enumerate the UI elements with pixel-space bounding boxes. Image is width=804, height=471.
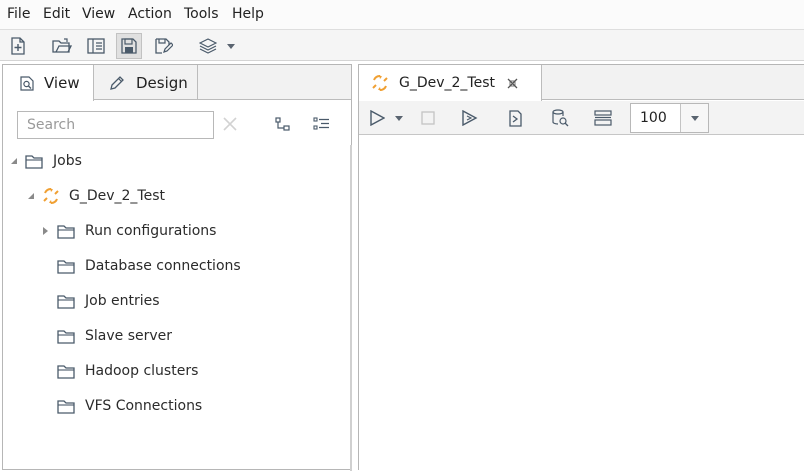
expanded-arrow-icon[interactable] [28,193,42,199]
expanded-arrow-icon[interactable] [11,158,25,164]
save-icon[interactable] [116,33,142,59]
job-icon [42,187,60,205]
tab-label: G_Dev_2_Test [399,75,496,91]
new-file-icon[interactable] [5,33,31,59]
tree-node-label: Slave server [85,328,173,344]
tree-node-database-connections[interactable]: Database connections [57,255,241,277]
folder-icon [57,224,75,239]
zoom-select[interactable]: 100 [630,103,709,133]
folder-icon [57,329,75,344]
run-icon[interactable] [364,105,390,131]
folder-icon [57,399,75,414]
menu-action[interactable]: Action [128,6,172,22]
zoom-value[interactable]: 100 [631,104,680,132]
main-toolbar [0,29,804,61]
clear-search-icon[interactable] [222,116,240,134]
explore-repository-icon[interactable] [83,33,109,59]
tree-node-job-entries[interactable]: Job entries [57,290,160,312]
sql-icon[interactable] [547,105,573,131]
tree-node-label: G_Dev_2_Test [69,188,166,204]
preview-icon[interactable] [457,105,483,131]
folder-icon [25,154,43,169]
editor-tab-strip: G_Dev_2_Test [359,65,804,101]
save-as-icon[interactable] [151,33,177,59]
dropdown-arrow-icon[interactable] [222,33,240,59]
view-icon [20,75,34,91]
menu-view[interactable]: View [82,6,115,22]
tree-node-label: Job entries [85,293,160,309]
menu-file[interactable]: File [7,6,30,22]
tree-node-slave-server[interactable]: Slave server [57,325,172,347]
tree-node-vfs-connections[interactable]: VFS Connections [57,395,202,417]
job-icon [371,74,389,92]
pencil-icon [109,75,125,91]
open-folder-icon[interactable] [49,33,75,59]
debug-icon[interactable] [502,105,528,131]
folder-icon [57,259,75,274]
tree-node-run-configurations[interactable]: Run configurations [43,220,216,242]
tree-node-label: VFS Connections [85,398,203,414]
collapsed-arrow-icon[interactable] [43,227,57,235]
folder-icon [57,364,75,379]
tree-node-label: Hadoop clusters [85,363,199,379]
tab-g-dev-2-test[interactable]: G_Dev_2_Test [359,65,542,101]
search-input[interactable] [17,111,214,139]
explorer-scrollbar[interactable] [350,145,352,471]
tree-node-jobs[interactable]: Jobs [11,150,82,172]
layers-icon[interactable] [195,33,221,59]
tree-node-label: Run configurations [85,223,217,239]
tab-design-label: Design [136,73,188,92]
expand-tree-icon[interactable] [313,116,331,134]
stop-icon[interactable] [415,105,441,131]
tab-design[interactable]: Design [94,65,198,100]
menu-edit[interactable]: Edit [43,6,70,22]
menu-help[interactable]: Help [232,6,264,22]
layout-icon[interactable] [590,105,616,131]
close-tab-icon[interactable] [507,78,518,89]
tab-view-label: View [44,74,80,92]
tree-node-g-dev-2-test[interactable]: G_Dev_2_Test [28,185,165,207]
job-canvas[interactable] [359,136,804,471]
tree-node-hadoop-clusters[interactable]: Hadoop clusters [57,360,198,382]
explorer-panel: View Design Jobs G_Dev_2_T [2,64,352,471]
chevron-down-icon[interactable] [680,104,708,132]
tree-node-label: Database connections [85,258,241,274]
run-options-dropdown-icon[interactable] [393,105,405,131]
editor-panel: G_Dev_2_Test 100 [358,64,804,471]
explorer-tab-strip: View Design [3,65,351,101]
collapse-tree-icon[interactable] [275,116,293,134]
tab-view[interactable]: View [3,65,94,101]
menu-bar: File Edit View Action Tools Help [0,0,804,29]
editor-toolbar: 100 [359,101,804,135]
folder-icon [57,294,75,309]
menu-tools[interactable]: Tools [184,6,219,22]
tree-node-label: Jobs [53,153,82,169]
